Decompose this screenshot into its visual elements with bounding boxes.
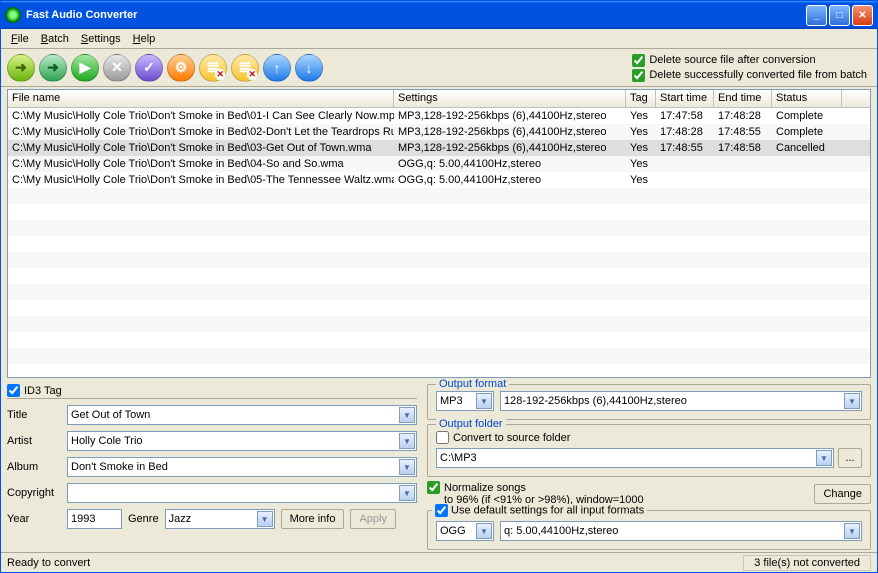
chevron-down-icon: ▼	[399, 433, 415, 449]
menu-settings[interactable]: Settings	[75, 31, 127, 47]
delete-batch-checkbox[interactable]	[632, 69, 645, 82]
status-bar: Ready to convert 3 file(s) not converted	[1, 552, 877, 572]
col-tag[interactable]: Tag	[626, 90, 656, 107]
artist-combo[interactable]: Holly Cole Trio▼	[67, 431, 417, 451]
status-right: 3 file(s) not converted	[743, 555, 871, 571]
chevron-down-icon: ▼	[257, 511, 273, 527]
app-window: Fast Audio Converter _ □ ✕ File Batch Se…	[0, 0, 878, 573]
change-button[interactable]: Change	[814, 484, 871, 504]
title-label: Title	[7, 409, 61, 421]
grid-body[interactable]: C:\My Music\Holly Cole Trio\Don't Smoke …	[8, 108, 870, 377]
stop-button[interactable]: ✕	[103, 54, 131, 82]
delete-source-label: Delete source file after conversion	[649, 54, 815, 66]
delete-batch-label: Delete successfully converted file from …	[649, 69, 867, 81]
table-row[interactable]: C:\My Music\Holly Cole Trio\Don't Smoke …	[8, 172, 870, 188]
id3-label: ID3 Tag	[24, 385, 62, 397]
chevron-down-icon: ▼	[399, 407, 415, 423]
add-files-button[interactable]: ➜	[7, 54, 35, 82]
title-combo[interactable]: Get Out of Town▼	[67, 405, 417, 425]
menu-file[interactable]: File	[5, 31, 35, 47]
id3-checkbox[interactable]	[7, 384, 20, 397]
table-row[interactable]: C:\My Music\Holly Cole Trio\Don't Smoke …	[8, 156, 870, 172]
album-label: Album	[7, 461, 61, 473]
col-settings[interactable]: Settings	[394, 90, 626, 107]
output-format-legend: Output format	[436, 378, 509, 390]
more-info-button[interactable]: More info	[281, 509, 345, 529]
minimize-button[interactable]: _	[806, 5, 827, 26]
file-grid: File name Settings Tag Start time End ti…	[7, 89, 871, 378]
output-folder-combo[interactable]: C:\MP3▼	[436, 448, 834, 468]
use-defaults-label: Use default settings for all input forma…	[451, 504, 644, 516]
id3-panel: ID3 Tag Title Get Out of Town▼ Artist Holl…	[7, 384, 417, 550]
copyright-combo[interactable]: ▼	[67, 483, 417, 503]
maximize-button[interactable]: □	[829, 5, 850, 26]
default-format-combo[interactable]: OGG▼	[436, 521, 494, 541]
output-folder-legend: Output folder	[436, 418, 506, 430]
default-settings-combo[interactable]: q: 5.00,44100Hz,stereo▼	[500, 521, 862, 541]
window-title: Fast Audio Converter	[26, 9, 806, 21]
col-status[interactable]: Status	[772, 90, 842, 107]
copyright-label: Copyright	[7, 487, 61, 499]
remove-all-button[interactable]: 𝌆	[231, 54, 259, 82]
table-row[interactable]: C:\My Music\Holly Cole Trio\Don't Smoke …	[8, 140, 870, 156]
use-defaults-checkbox[interactable]	[435, 504, 448, 517]
check-button[interactable]: ✓	[135, 54, 163, 82]
chevron-down-icon: ▼	[816, 450, 832, 466]
year-input[interactable]	[67, 509, 122, 529]
normalize-checkbox[interactable]	[427, 481, 440, 494]
genre-label: Genre	[128, 513, 159, 525]
artist-label: Artist	[7, 435, 61, 447]
output-folder-group: Output folder Convert to source folder C…	[427, 424, 871, 477]
menu-help[interactable]: Help	[127, 31, 162, 47]
chevron-down-icon: ▼	[844, 523, 860, 539]
format-combo[interactable]: MP3▼	[436, 391, 494, 411]
table-row[interactable]: C:\My Music\Holly Cole Trio\Don't Smoke …	[8, 124, 870, 140]
col-start[interactable]: Start time	[656, 90, 714, 107]
menu-batch[interactable]: Batch	[35, 31, 75, 47]
col-file[interactable]: File name	[8, 90, 394, 107]
title-bar: Fast Audio Converter _ □ ✕	[1, 1, 877, 29]
browse-folder-button[interactable]: ...	[838, 448, 862, 468]
menu-bar: File Batch Settings Help	[1, 29, 877, 49]
album-combo[interactable]: Don't Smoke in Bed▼	[67, 457, 417, 477]
default-settings-group: Use default settings for all input forma…	[427, 510, 871, 550]
grid-header: File name Settings Tag Start time End ti…	[8, 90, 870, 108]
move-down-button[interactable]: ↓	[295, 54, 323, 82]
normalize-label: Normalize songs	[444, 482, 526, 494]
app-icon	[5, 7, 21, 23]
chevron-down-icon: ▼	[844, 393, 860, 409]
output-format-group: Output format MP3▼ 128-192-256kbps (6),4…	[427, 384, 871, 420]
status-left: Ready to convert	[7, 557, 90, 569]
add-folder-button[interactable]: ➜	[39, 54, 67, 82]
chevron-down-icon: ▼	[399, 485, 415, 501]
convert-to-source-checkbox[interactable]	[436, 431, 449, 444]
remove-selected-button[interactable]: 𝌆	[199, 54, 227, 82]
genre-combo[interactable]: Jazz▼	[165, 509, 275, 529]
col-end[interactable]: End time	[714, 90, 772, 107]
table-row[interactable]: C:\My Music\Holly Cole Trio\Don't Smoke …	[8, 108, 870, 124]
chevron-down-icon: ▼	[476, 523, 492, 539]
chevron-down-icon: ▼	[476, 393, 492, 409]
convert-to-source-label: Convert to source folder	[453, 432, 570, 444]
settings-button[interactable]: ⚙	[167, 54, 195, 82]
bottom-panels: ID3 Tag Title Get Out of Town▼ Artist Holl…	[1, 380, 877, 552]
close-button[interactable]: ✕	[852, 5, 873, 26]
chevron-down-icon: ▼	[399, 459, 415, 475]
year-label: Year	[7, 513, 61, 525]
format-settings-combo[interactable]: 128-192-256kbps (6),44100Hz,stereo▼	[500, 391, 862, 411]
delete-source-checkbox[interactable]	[632, 54, 645, 67]
move-up-button[interactable]: ↑	[263, 54, 291, 82]
toolbar: ➜ ➜ ▶ ✕ ✓ ⚙ 𝌆 𝌆 ↑ ↓ Delete source file a…	[1, 49, 877, 87]
apply-button[interactable]: Apply	[350, 509, 396, 529]
convert-button[interactable]: ▶	[71, 54, 99, 82]
